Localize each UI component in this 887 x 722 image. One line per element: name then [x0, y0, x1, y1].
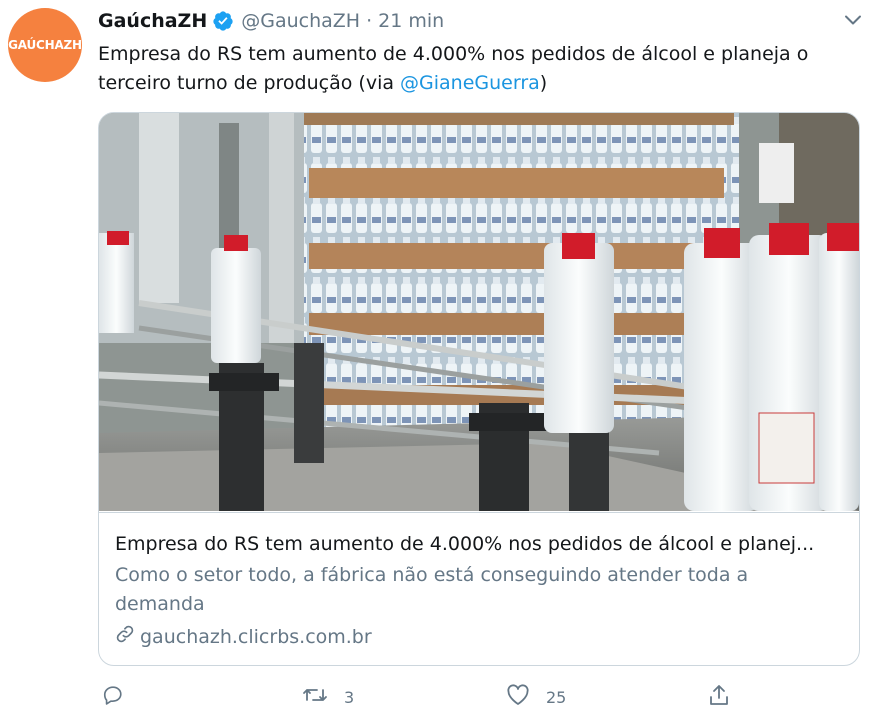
retweet-icon [302, 684, 328, 710]
avatar[interactable]: GAÚCHAZH [8, 8, 82, 82]
card-domain[interactable]: gauchazh.clicrbs.com.br [115, 624, 372, 649]
reply-button[interactable] [102, 682, 140, 712]
reply-icon [102, 684, 124, 710]
chevron-down-icon[interactable] [841, 8, 865, 32]
share-icon [708, 683, 730, 711]
card-title[interactable]: Empresa do RS tem aumento de 4.000% nos … [115, 531, 845, 557]
timestamp[interactable]: 21 min [378, 10, 444, 32]
like-button[interactable]: 25 [506, 682, 566, 712]
card-domain-text: gauchazh.clicrbs.com.br [140, 625, 372, 648]
tweet: GAÚCHAZH GaúchaZH @GauchaZH · 21 min Emp… [0, 0, 887, 722]
retweet-count: 3 [344, 687, 355, 707]
card-info[interactable]: Empresa do RS tem aumento de 4.000% nos … [99, 512, 859, 648]
tweet-header: GaúchaZH @GauchaZH · 21 min [98, 7, 444, 35]
link-icon [115, 624, 140, 649]
like-count: 25 [546, 687, 567, 707]
card-image[interactable] [99, 113, 859, 511]
like-icon [506, 684, 530, 710]
card-description: Como o setor todo, a fábrica não está co… [115, 564, 749, 615]
verified-badge-icon [212, 10, 234, 32]
share-button[interactable] [708, 682, 730, 712]
display-name[interactable]: GaúchaZH [98, 10, 207, 32]
link-card[interactable]: Empresa do RS tem aumento de 4.000% nos … [98, 112, 860, 666]
tweet-text-end: ) [539, 72, 548, 94]
mention-link[interactable]: @GianeGuerra [400, 72, 540, 94]
handle[interactable]: @GauchaZH [241, 10, 360, 32]
action-bar: 3 25 [98, 682, 858, 712]
separator-dot: · [366, 10, 373, 32]
avatar-logo-text: GAÚCHAZH [8, 38, 82, 52]
retweet-button[interactable]: 3 [302, 682, 354, 712]
tweet-text: Empresa do RS tem aumento de 4.000% nos … [98, 40, 868, 98]
